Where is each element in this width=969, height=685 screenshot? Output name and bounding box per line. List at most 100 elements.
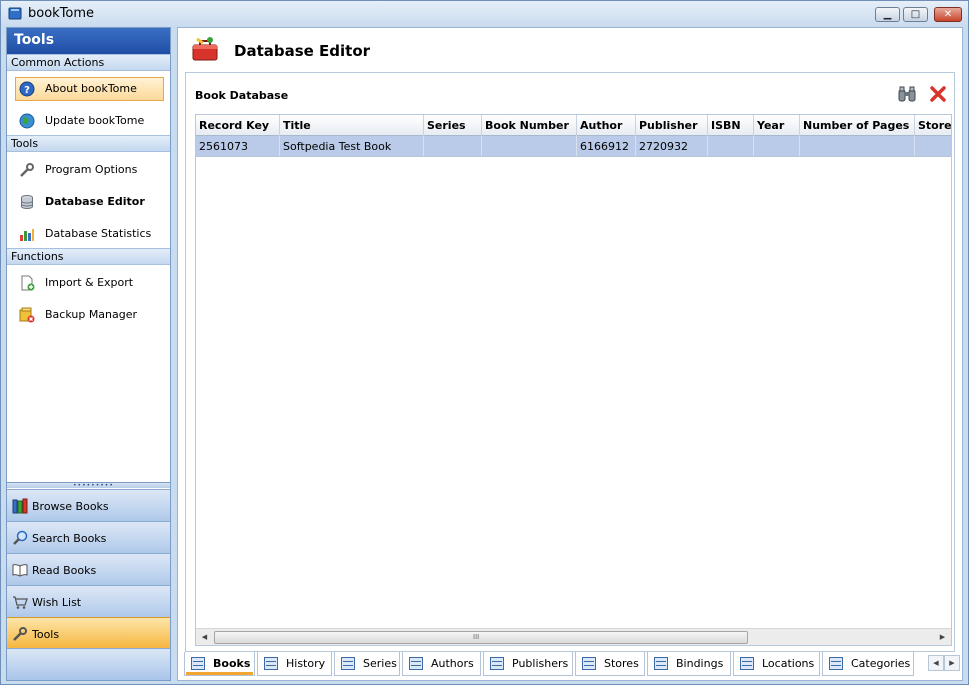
tab-categories[interactable]: Categories [822, 652, 914, 676]
scroll-right-icon[interactable]: ▶ [936, 631, 949, 644]
col-header-record-key[interactable]: Record Key [196, 115, 280, 136]
cell-publisher[interactable]: 2720932 [636, 136, 708, 156]
sidebar-item-import-export[interactable]: Import & Export [7, 265, 170, 297]
tab-authors[interactable]: Authors [402, 652, 481, 676]
title-bar[interactable]: bookTome ▁ □ ✕ [1, 1, 968, 27]
scroll-grip: III [473, 633, 480, 641]
splitter-handle[interactable]: ••••••••• [7, 482, 170, 489]
nav-read-books[interactable]: Read Books [7, 553, 170, 585]
database-icon [21, 195, 33, 209]
nav-label: Read Books [32, 564, 97, 577]
tab-label: Series [363, 657, 397, 670]
sidebar-item-database-statistics[interactable]: Database Statistics [7, 216, 170, 248]
sidebar-item-database-editor[interactable]: Database Editor [7, 184, 170, 216]
wrench-icon [13, 627, 27, 641]
red-x-icon[interactable] [929, 85, 947, 103]
cell-author[interactable]: 6166912 [577, 136, 636, 156]
col-header-title[interactable]: Title [280, 115, 424, 136]
close-icon: ✕ [943, 9, 953, 20]
book-grid: Record Key Title Series Book Number Auth… [195, 114, 952, 646]
col-header-book-number[interactable]: Book Number [482, 115, 577, 136]
nav-browse-books[interactable]: Browse Books [7, 489, 170, 521]
col-header-series[interactable]: Series [424, 115, 482, 136]
tab-stores[interactable]: Stores [575, 652, 645, 676]
maximize-button[interactable]: □ [903, 7, 928, 22]
sidebar-item-label: Program Options [45, 163, 138, 176]
app-window: bookTome ▁ □ ✕ Tools Common Actions ? Ab… [0, 0, 969, 685]
cell-store[interactable] [915, 136, 951, 156]
cell-record-key[interactable]: 2561073 [196, 136, 280, 156]
cell-number-of-pages[interactable] [800, 136, 915, 156]
tab-publishers[interactable]: Publishers [483, 652, 573, 676]
sidebar-item-program-options[interactable]: Program Options [7, 152, 170, 184]
backup-icon [19, 307, 35, 323]
cell-book-number[interactable] [482, 136, 577, 156]
tab-scroll-right-icon[interactable]: ▶ [944, 655, 960, 671]
grip-dots: ••••••••• [73, 482, 114, 489]
binoculars-icon[interactable] [897, 85, 917, 103]
sidebar-item-label: Import & Export [45, 276, 134, 289]
sidebar-item-label: Database Statistics [45, 227, 152, 240]
col-header-year[interactable]: Year [754, 115, 800, 136]
sidebar-item-update-booktome[interactable]: Update bookTome [7, 103, 170, 135]
tab-label: History [286, 657, 326, 670]
nav-label: Tools [32, 628, 60, 641]
col-header-store[interactable]: Store [915, 115, 951, 136]
grid-header: Record Key Title Series Book Number Auth… [196, 115, 951, 136]
nav-search-books[interactable]: Search Books [7, 521, 170, 553]
help-icon: ? [19, 81, 35, 97]
window-title: bookTome [28, 6, 95, 21]
minimize-button[interactable]: ▁ [875, 7, 900, 22]
sidebar-item-label: Update bookTome [45, 114, 145, 127]
col-header-isbn[interactable]: ISBN [708, 115, 754, 136]
table-row[interactable]: 2561073 Softpedia Test Book 6166912 2720… [196, 136, 951, 157]
tab-bindings[interactable]: Bindings [647, 652, 731, 676]
nav-label: Browse Books [32, 500, 109, 513]
document-add-icon [21, 275, 35, 291]
tab-label: Bindings [676, 657, 724, 670]
tab-history[interactable]: History [257, 652, 332, 676]
cell-series[interactable] [424, 136, 482, 156]
group-tools: Tools [7, 135, 170, 152]
table-icon [582, 657, 596, 670]
minimize-icon: ▁ [883, 9, 892, 20]
close-button[interactable]: ✕ [934, 7, 962, 22]
table-tabs: Books History Series Authors Publishers [184, 652, 960, 680]
sidebar: Tools Common Actions ? About bookTome Up… [6, 27, 171, 681]
nav-label: Search Books [32, 532, 107, 545]
sidebar-item-label: About bookTome [45, 82, 137, 95]
svg-text:?: ? [24, 85, 30, 96]
nav-tools[interactable]: Tools [7, 617, 170, 649]
nav-wish-list[interactable]: Wish List [7, 585, 170, 617]
table-icon [409, 657, 423, 670]
nav-label: Wish List [32, 596, 82, 609]
tab-books[interactable]: Books [184, 652, 255, 676]
scroll-thumb[interactable]: III [214, 631, 748, 644]
tab-scroll-left-icon[interactable]: ◀ [928, 655, 944, 671]
books-icon [12, 498, 28, 514]
sidebar-item-backup-manager[interactable]: Backup Manager [7, 297, 170, 329]
sidebar-item-label: Database Editor [45, 195, 145, 208]
tab-locations[interactable]: Locations [733, 652, 820, 676]
cell-year[interactable] [754, 136, 800, 156]
section-label: Book Database [195, 89, 289, 102]
sidebar-item-label: Backup Manager [45, 308, 138, 321]
cell-title[interactable]: Softpedia Test Book [280, 136, 424, 156]
book-database-panel: Book Database Record Key Title Series Bo… [185, 72, 955, 652]
page-title: Database Editor [234, 42, 371, 60]
cell-isbn[interactable] [708, 136, 754, 156]
scroll-left-icon[interactable]: ◀ [198, 631, 211, 644]
table-icon [490, 657, 504, 670]
sidebar-header: Tools [7, 28, 170, 54]
col-header-number-of-pages[interactable]: Number of Pages [800, 115, 915, 136]
tab-label: Categories [851, 657, 911, 670]
tab-series[interactable]: Series [334, 652, 400, 676]
horizontal-scrollbar[interactable]: ◀ III ▶ [196, 628, 951, 645]
sidebar-item-about-booktome[interactable]: ? About bookTome [7, 71, 170, 103]
booktome-app-icon [8, 7, 22, 20]
col-header-author[interactable]: Author [577, 115, 636, 136]
table-icon [191, 657, 205, 670]
globe-icon [19, 113, 35, 129]
col-header-publisher[interactable]: Publisher [636, 115, 708, 136]
table-icon [654, 657, 668, 670]
